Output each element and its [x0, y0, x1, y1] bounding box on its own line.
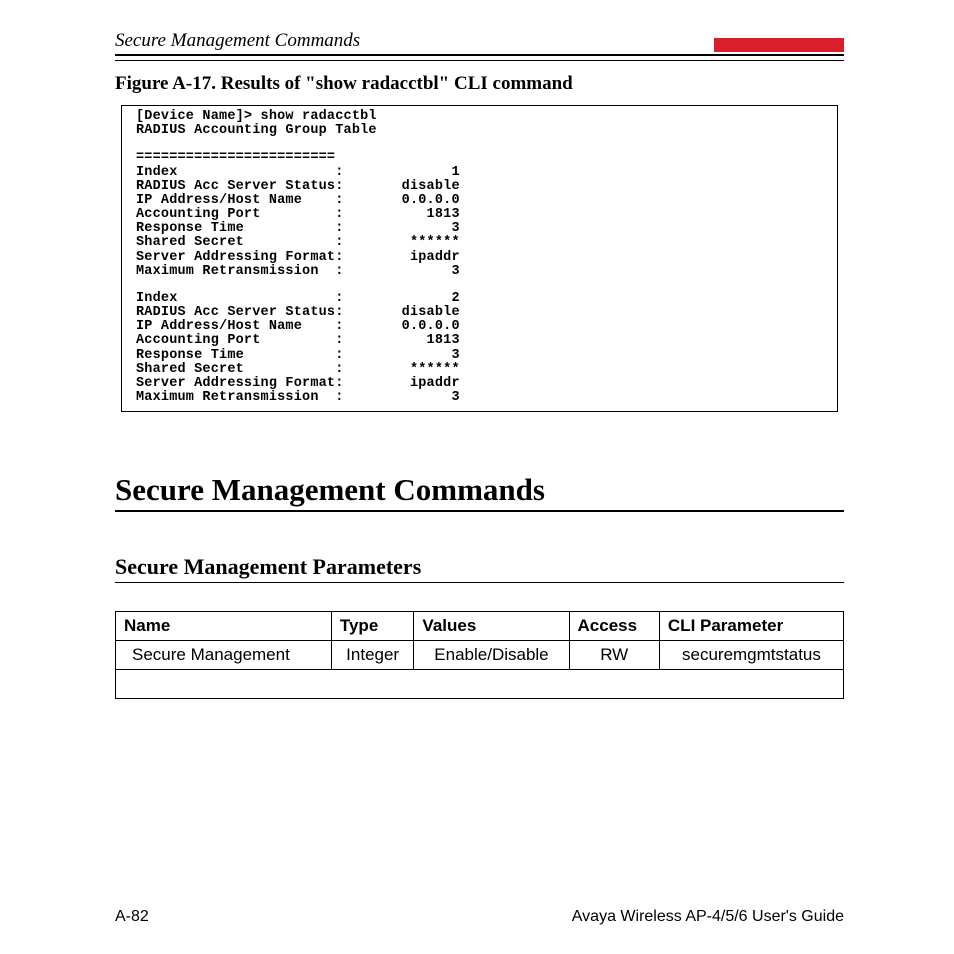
col-values: Values	[414, 612, 569, 641]
cli-row: Accounting Port : 1813	[136, 208, 823, 222]
cli-row: Index : 2	[136, 292, 823, 306]
cli-row: Response Time : 3	[136, 349, 823, 363]
cli-row: RADIUS Acc Server Status: disable	[136, 180, 823, 194]
col-type: Type	[331, 612, 414, 641]
col-name: Name	[116, 612, 332, 641]
table-row: Secure Management Integer Enable/Disable…	[116, 641, 844, 670]
header-rule	[115, 60, 844, 61]
cli-row: Server Addressing Format: ipaddr	[136, 377, 823, 391]
parameters-table: Name Type Values Access CLI Parameter Se…	[115, 611, 844, 699]
cell-access: RW	[569, 641, 659, 670]
cli-row: Shared Secret : ******	[136, 363, 823, 377]
cli-row: Server Addressing Format: ipaddr	[136, 251, 823, 265]
cli-row: IP Address/Host Name : 0.0.0.0	[136, 194, 823, 208]
page-header-title: Secure Management Commands	[115, 30, 714, 52]
cli-row: Response Time : 3	[136, 222, 823, 236]
cell-type: Integer	[331, 641, 414, 670]
cell-name: Secure Management	[116, 641, 332, 670]
page-header: Secure Management Commands	[115, 30, 844, 56]
figure-caption: Figure A-17. Results of "show radacctbl"…	[115, 73, 844, 95]
cli-divider: ========================	[136, 151, 823, 165]
cli-output-box: [Device Name]> show radacctbl RADIUS Acc…	[121, 105, 838, 412]
cli-row: RADIUS Acc Server Status: disable	[136, 306, 823, 320]
footer-page-number: A-82	[115, 908, 149, 926]
cell-values: Enable/Disable	[414, 641, 569, 670]
cli-row: Shared Secret : ******	[136, 236, 823, 250]
cli-subtitle: RADIUS Accounting Group Table	[136, 124, 823, 138]
col-cli: CLI Parameter	[659, 612, 843, 641]
section-heading: Secure Management Commands	[115, 472, 844, 512]
table-blank-row	[116, 670, 844, 699]
cli-row: IP Address/Host Name : 0.0.0.0	[136, 320, 823, 334]
cell-cli: securemgmtstatus	[659, 641, 843, 670]
cli-row: Maximum Retransmission : 3	[136, 391, 823, 405]
subsection-heading: Secure Management Parameters	[115, 554, 844, 583]
header-accent-bar	[714, 38, 844, 52]
cli-prompt: [Device Name]> show radacctbl	[136, 110, 823, 124]
col-access: Access	[569, 612, 659, 641]
footer-guide-title: Avaya Wireless AP-4/5/6 User's Guide	[572, 908, 844, 926]
table-header-row: Name Type Values Access CLI Parameter	[116, 612, 844, 641]
cli-row: Index : 1	[136, 166, 823, 180]
cli-row: Accounting Port : 1813	[136, 334, 823, 348]
page-footer: A-82 Avaya Wireless AP-4/5/6 User's Guid…	[115, 908, 844, 926]
cli-row: Maximum Retransmission : 3	[136, 265, 823, 279]
page: Secure Management Commands Figure A-17. …	[0, 0, 954, 954]
